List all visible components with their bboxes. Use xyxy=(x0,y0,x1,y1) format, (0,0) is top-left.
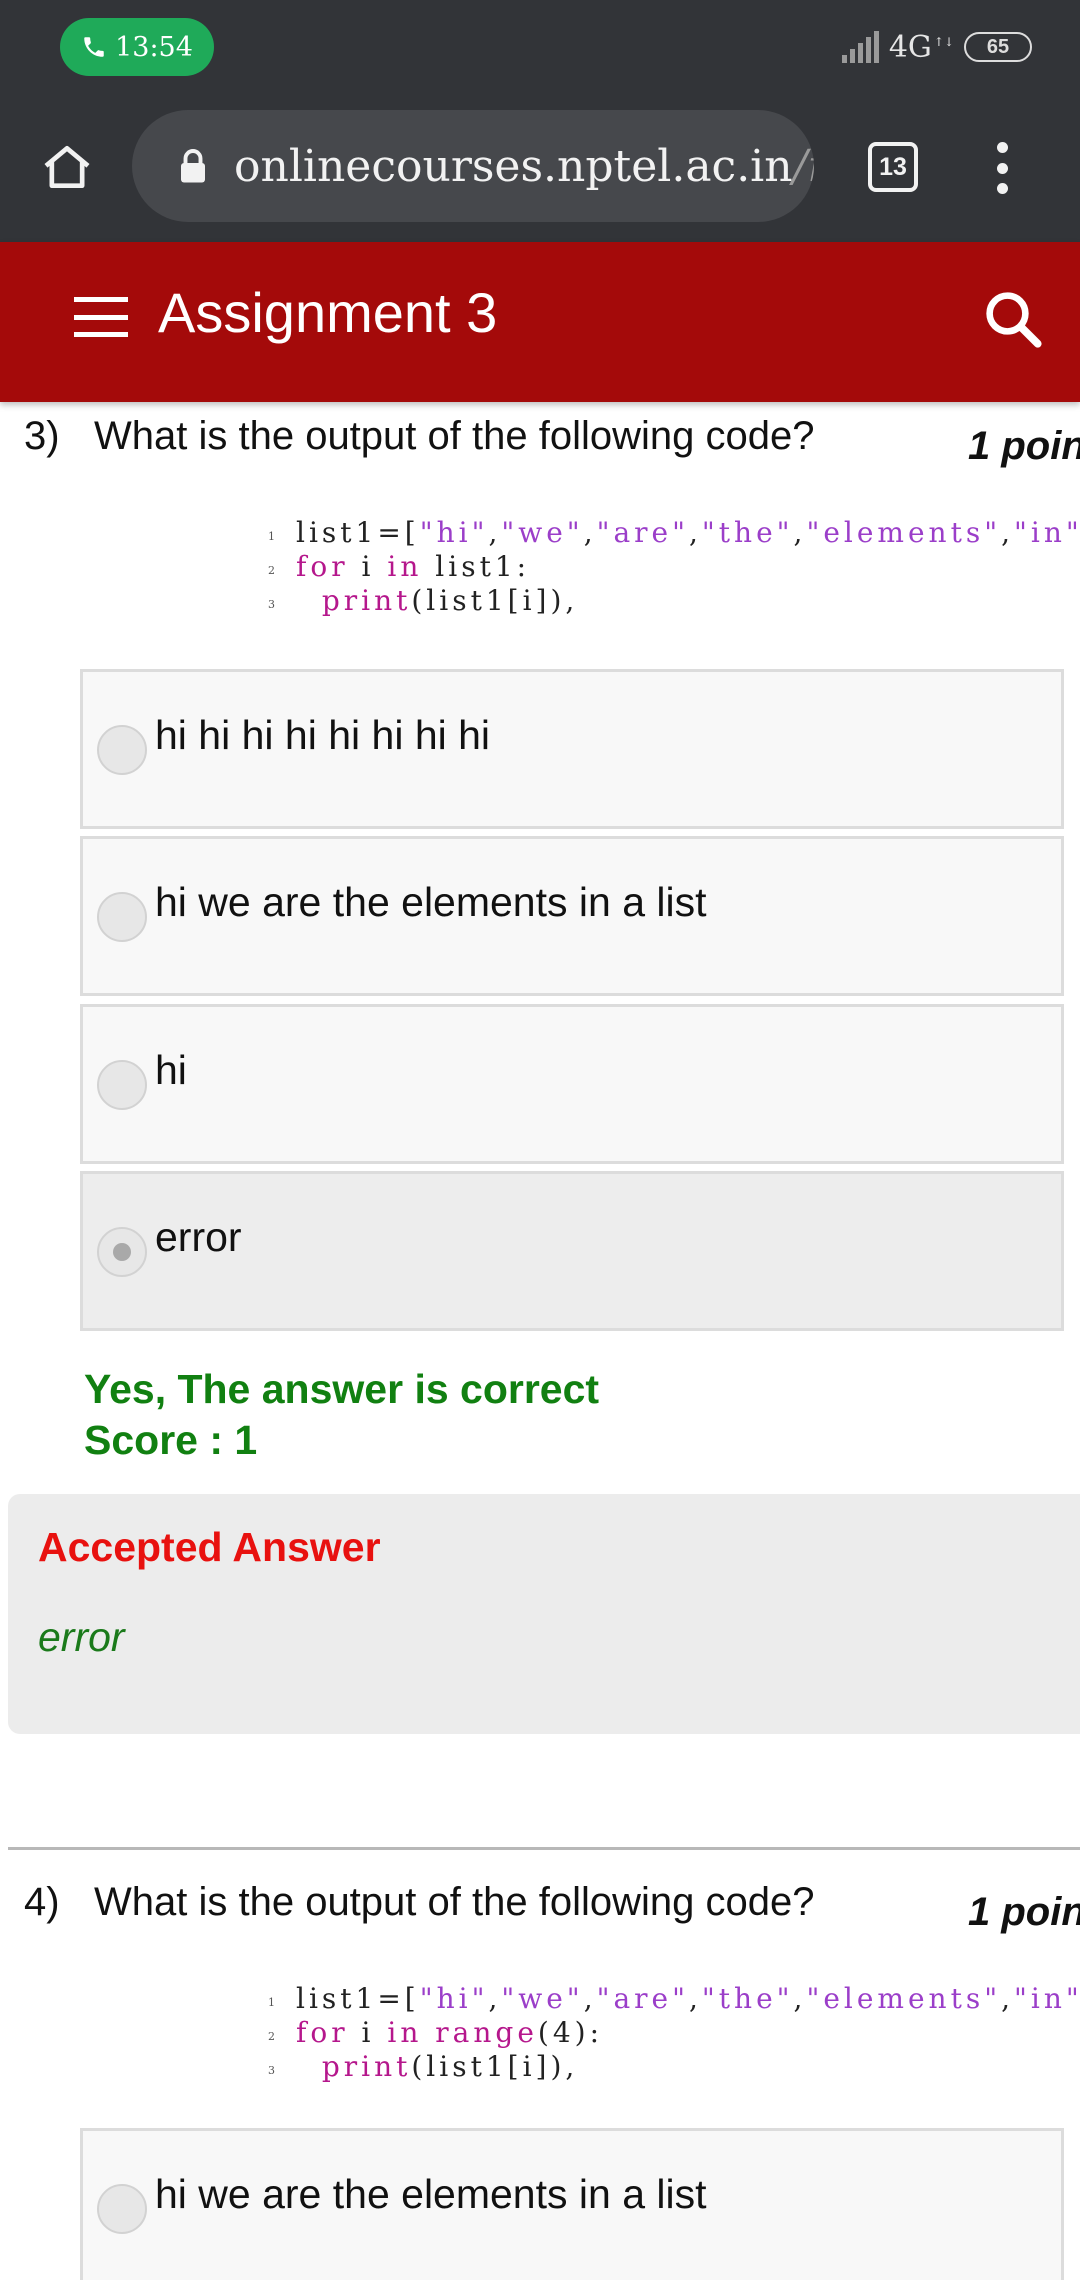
radio-button[interactable] xyxy=(97,892,147,942)
battery-icon: 65 xyxy=(964,32,1032,62)
answer-feedback: Yes, The answer is correct Score : 1 xyxy=(84,1364,599,1466)
question-number: 4) xyxy=(24,1880,60,1924)
question-divider xyxy=(8,1847,1080,1850)
radio-button[interactable] xyxy=(97,725,147,775)
ongoing-call-pill[interactable]: 13:54 xyxy=(60,18,214,76)
code-block: 1 list1=["hi","we","are","the","elements… xyxy=(262,1982,1080,2084)
score-text: Score : 1 xyxy=(84,1417,258,1463)
home-button[interactable] xyxy=(36,136,98,198)
radio-button[interactable] xyxy=(97,1060,147,1110)
accepted-answer-value: error xyxy=(38,1614,125,1660)
option-label: hi xyxy=(155,1047,187,1093)
app-header: Assignment 3 xyxy=(0,242,1080,402)
question-points: 1 point xyxy=(968,1890,1080,1934)
address-bar[interactable]: onlinecourses.nptel.ac.in/n xyxy=(132,110,814,222)
code-line: 2 for i in range(4): xyxy=(268,2016,604,2049)
lock-icon xyxy=(181,149,205,183)
answer-option[interactable]: hi xyxy=(80,1004,1064,1164)
tab-count: 13 xyxy=(879,152,907,181)
page-title: Assignment 3 xyxy=(158,281,498,344)
option-label: hi we are the elements in a list xyxy=(155,2171,707,2217)
option-label: error xyxy=(155,1214,242,1260)
tabs-icon[interactable]: 13 xyxy=(868,142,918,192)
answer-option[interactable]: hi hi hi hi hi hi hi hi xyxy=(80,669,1064,829)
url-host: onlinecourses.nptel.ac.in xyxy=(234,140,793,192)
feedback-message: Yes, The answer is correct xyxy=(84,1366,600,1412)
status-bar: 13:54 4G ↑↓ 65 xyxy=(0,0,1080,94)
code-block: 1 list1=["hi","we","are","the","elements… xyxy=(262,516,1080,618)
question-text: What is the output of the following code… xyxy=(94,414,815,458)
network-type: 4G ↑↓ xyxy=(888,29,954,65)
question-number: 3) xyxy=(24,414,60,458)
more-vert-icon[interactable] xyxy=(984,138,1020,198)
accepted-answer-box: Accepted Answer error xyxy=(8,1494,1080,1734)
code-line: 1 list1=["hi","we","are","the","elements… xyxy=(268,1982,1080,2015)
answer-option[interactable]: hi we are the elements in a list xyxy=(80,836,1064,996)
signal-icon xyxy=(841,31,879,63)
status-time: 13:54 xyxy=(115,31,193,63)
accepted-answer-title: Accepted Answer xyxy=(38,1524,381,1570)
question-points: 1 point xyxy=(968,424,1080,468)
option-label: hi hi hi hi hi hi hi hi xyxy=(155,712,491,758)
code-line: 2 for i in list1: xyxy=(268,550,531,583)
browser-toolbar: onlinecourses.nptel.ac.in/n 13 xyxy=(0,94,1080,242)
status-indicators: 4G ↑↓ 65 xyxy=(841,24,1032,70)
answer-option-selected[interactable]: error xyxy=(80,1171,1064,1331)
answer-option[interactable]: hi we are the elements in a list xyxy=(80,2128,1064,2280)
radio-button[interactable] xyxy=(97,2184,147,2234)
option-label: hi we are the elements in a list xyxy=(155,879,707,925)
radio-button-checked[interactable] xyxy=(97,1227,147,1277)
code-line: 3 print(list1[i]), xyxy=(268,2050,579,2083)
phone-icon xyxy=(84,37,104,57)
url-path: /n xyxy=(792,140,814,192)
home-icon xyxy=(44,146,90,189)
battery-level: 65 xyxy=(986,35,1010,58)
code-line: 1 list1=["hi","we","are","the","elements… xyxy=(268,516,1080,549)
hamburger-icon[interactable] xyxy=(74,297,128,337)
code-line: 3 print(list1[i]), xyxy=(268,584,579,617)
search-icon[interactable] xyxy=(980,286,1046,352)
question-text: What is the output of the following code… xyxy=(94,1880,815,1924)
